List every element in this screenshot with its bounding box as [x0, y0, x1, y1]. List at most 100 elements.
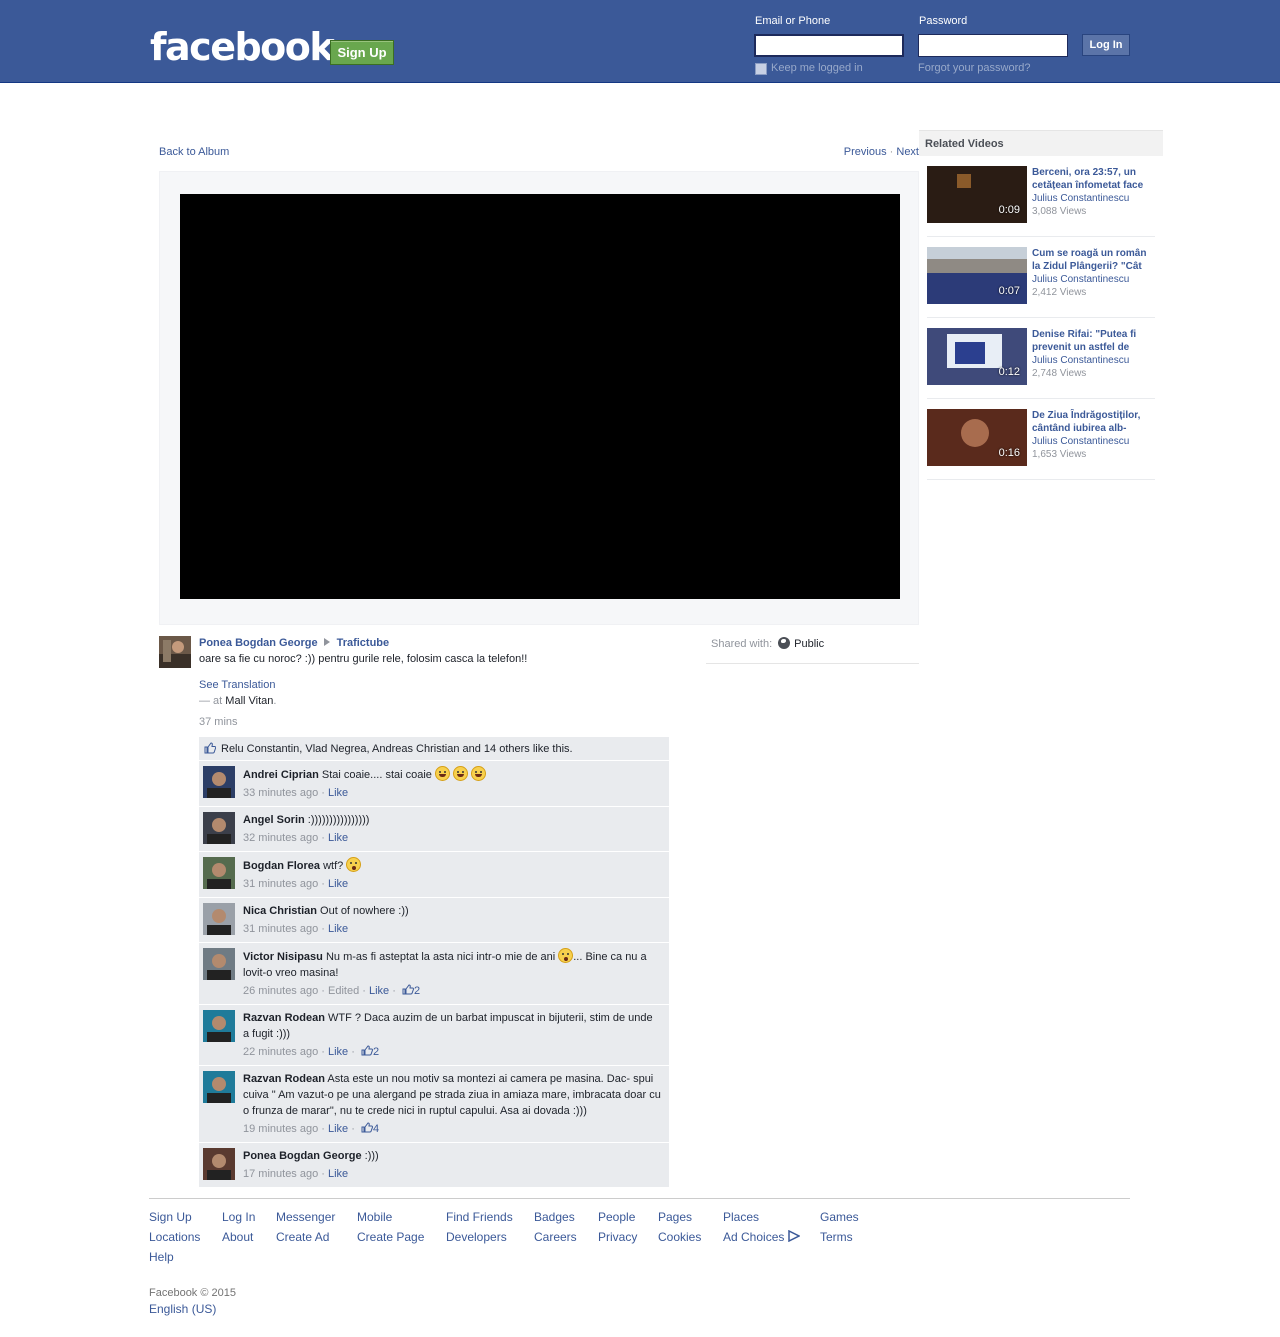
comment-meta: 31 minutes ago · Like [243, 878, 349, 890]
related-video-title[interactable]: Cum se roagă un român la Zidul Plângerii… [1032, 247, 1157, 273]
footer-link-cookies[interactable]: Cookies [658, 1230, 701, 1244]
location-link[interactable]: Mall Vitan [225, 695, 273, 707]
comment-author[interactable]: Angel Sorin [243, 814, 305, 826]
keep-logged-in-label[interactable]: Keep me logged in [771, 62, 863, 74]
comment-time[interactable]: 26 minutes ago [243, 985, 318, 997]
comment: Victor Nisipasu Nu m-as fi asteptat la a… [199, 943, 669, 1005]
footer-link-people[interactable]: People [598, 1210, 635, 1224]
comment-like-link[interactable]: Like [369, 985, 389, 997]
related-video-thumbnail[interactable]: 0:16 [927, 409, 1027, 466]
comment-author[interactable]: Bogdan Florea [243, 860, 320, 872]
comment-avatar[interactable] [203, 857, 235, 889]
email-field[interactable] [754, 34, 904, 57]
related-video-thumbnail[interactable]: 0:07 [927, 247, 1027, 304]
likes-summary-text[interactable]: Relu Constantin, Vlad Negrea, Andreas Ch… [221, 743, 573, 755]
related-video-thumbnail[interactable]: 0:09 [927, 166, 1027, 223]
footer-link-create-page[interactable]: Create Page [357, 1230, 424, 1244]
related-video-item[interactable]: 0:16 De Ziua Îndrăgostiților, cântând iub… [927, 399, 1155, 480]
post-timestamp[interactable]: 37 mins [199, 716, 238, 728]
footer-link-pages[interactable]: Pages [658, 1210, 692, 1224]
comment-avatar[interactable] [203, 812, 235, 844]
footer-link-developers[interactable]: Developers [446, 1230, 507, 1244]
audience-label: Public [794, 638, 825, 650]
comment-author[interactable]: Victor Nisipasu [243, 951, 323, 963]
footer-link-terms[interactable]: Terms [820, 1230, 853, 1244]
comment-time[interactable]: 32 minutes ago [243, 832, 318, 844]
footer-link-privacy[interactable]: Privacy [598, 1230, 637, 1244]
comment-avatar[interactable] [203, 903, 235, 935]
related-video-title[interactable]: Denise Rifai: "Putea fi prevenit un astf… [1032, 328, 1157, 354]
related-video-item[interactable]: 0:07 Cum se roagă un român la Zidul Plâng… [927, 237, 1155, 318]
footer-link-help[interactable]: Help [149, 1250, 174, 1264]
comment-like-count[interactable]: 4 [358, 1122, 379, 1135]
video-duration: 0:09 [998, 204, 1020, 216]
footer-link-sign-up[interactable]: Sign Up [149, 1210, 192, 1224]
related-video-item[interactable]: 0:12 Denise Rifai: "Putea fi prevenit un … [927, 318, 1155, 399]
password-field[interactable] [918, 34, 1068, 57]
comment-time[interactable]: 33 minutes ago [243, 787, 318, 799]
post-author-avatar[interactable] [159, 636, 191, 668]
comment-author[interactable]: Nica Christian [243, 905, 317, 917]
forgot-password-link[interactable]: Forgot your password? [918, 62, 1031, 74]
comment-like-link[interactable]: Like [328, 878, 348, 890]
related-video-title[interactable]: De Ziua Îndrăgostiților, cântând iubirea… [1032, 409, 1157, 435]
footer-link-find-friends[interactable]: Find Friends [446, 1210, 513, 1224]
related-video-author[interactable]: Julius Constantinescu [1032, 274, 1129, 285]
comment-like-link[interactable]: Like [328, 1046, 348, 1058]
related-video-title[interactable]: Berceni, ora 23:57, un cetățean înfometa… [1032, 166, 1157, 192]
comment-like-link[interactable]: Like [328, 1123, 348, 1135]
footer-link-messenger[interactable]: Messenger [276, 1210, 335, 1224]
related-video-thumbnail[interactable]: 0:12 [927, 328, 1027, 385]
video-player[interactable] [180, 194, 900, 599]
comment-author[interactable]: Razvan Rodean [243, 1012, 325, 1024]
related-video-author[interactable]: Julius Constantinescu [1032, 355, 1129, 366]
footer-link-create-ad[interactable]: Create Ad [276, 1230, 329, 1244]
footer-link-mobile[interactable]: Mobile [357, 1210, 392, 1224]
comment-like-link[interactable]: Like [328, 787, 348, 799]
post-target-link[interactable]: Trafictube [337, 637, 390, 649]
previous-link[interactable]: Previous [844, 146, 887, 158]
signup-button[interactable]: Sign Up [330, 40, 394, 65]
footer-link-games[interactable]: Games [820, 1210, 859, 1224]
footer-link-about[interactable]: About [222, 1230, 253, 1244]
comment-author[interactable]: Razvan Rodean [243, 1073, 325, 1085]
comment-like-count[interactable]: 2 [358, 1045, 379, 1058]
comment-time[interactable]: 31 minutes ago [243, 923, 318, 935]
login-button[interactable]: Log In [1082, 34, 1130, 56]
related-video-author[interactable]: Julius Constantinescu [1032, 193, 1129, 204]
footer-link-places[interactable]: Places [723, 1210, 759, 1224]
comment-avatar[interactable] [203, 766, 235, 798]
comment-like-link[interactable]: Like [328, 1168, 348, 1180]
comment-meta: 31 minutes ago · Like [243, 923, 349, 935]
language-link[interactable]: English (US) [149, 1302, 216, 1316]
footer-link-locations[interactable]: Locations [149, 1230, 200, 1244]
comment-time[interactable]: 31 minutes ago [243, 878, 318, 890]
next-link[interactable]: Next [896, 146, 919, 158]
comment-like-count[interactable]: 2 [399, 984, 420, 997]
footer-link-ad-choices[interactable]: Ad Choices [723, 1230, 784, 1244]
comment-avatar[interactable] [203, 948, 235, 980]
comment-time[interactable]: 22 minutes ago [243, 1046, 318, 1058]
comment-avatar[interactable] [203, 1010, 235, 1042]
related-video-author[interactable]: Julius Constantinescu [1032, 436, 1129, 447]
globe-icon [778, 637, 791, 649]
keep-logged-in-checkbox[interactable] [755, 63, 767, 75]
comment-like-link[interactable]: Like [328, 832, 348, 844]
comment-avatar[interactable] [203, 1071, 235, 1103]
related-video-item[interactable]: 0:09 Berceni, ora 23:57, un cetățean înfo… [927, 156, 1155, 237]
thumbs-up-icon [204, 742, 216, 754]
see-translation-link[interactable]: See Translation [199, 679, 275, 691]
comment-time[interactable]: 17 minutes ago [243, 1168, 318, 1180]
comment-author[interactable]: Andrei Ciprian [243, 769, 319, 781]
footer-link-badges[interactable]: Badges [534, 1210, 575, 1224]
facebook-logo[interactable]: facebook [150, 27, 335, 67]
comment-time[interactable]: 19 minutes ago [243, 1123, 318, 1135]
comment-edited[interactable]: Edited [328, 985, 359, 997]
back-to-album-link[interactable]: Back to Album [159, 146, 229, 158]
footer-link-careers[interactable]: Careers [534, 1230, 577, 1244]
comment-avatar[interactable] [203, 1148, 235, 1180]
footer-link-log-in[interactable]: Log In [222, 1210, 255, 1224]
comment-author[interactable]: Ponea Bogdan George [243, 1150, 362, 1162]
comment-like-link[interactable]: Like [328, 923, 348, 935]
post-author-link[interactable]: Ponea Bogdan George [199, 637, 318, 649]
